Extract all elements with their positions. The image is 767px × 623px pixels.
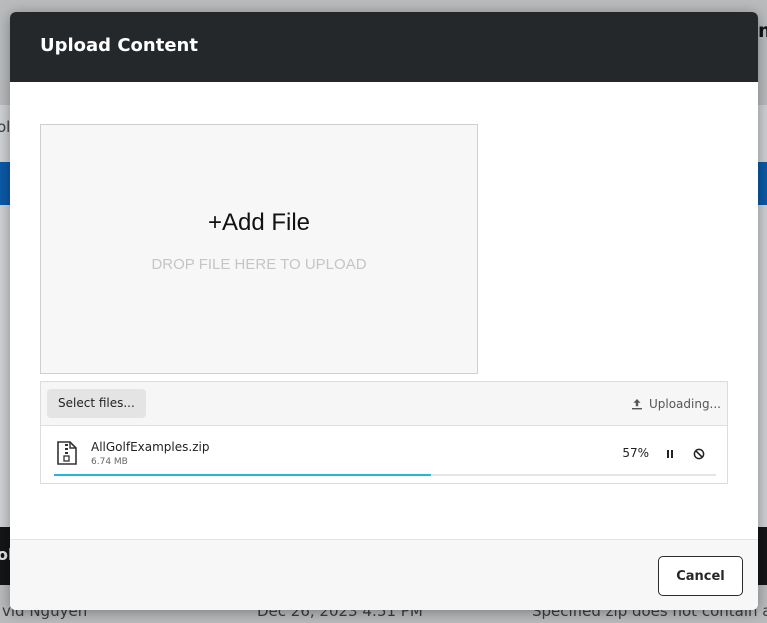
upload-percent: 57% [622,446,649,460]
file-dropzone[interactable]: +Add File DROP FILE HERE TO UPLOAD [40,124,478,374]
file-row: AllGolfExamples.zip 6.74 MB 57% [41,426,727,483]
drop-hint: DROP FILE HERE TO UPLOAD [151,256,367,273]
upload-status-text: Uploading... [648,397,721,411]
cancel-upload-icon[interactable] [692,446,706,460]
progress-fill [54,474,432,476]
modal-header: Upload Content [10,12,758,82]
background-label-fragment: ol [0,118,11,136]
select-files-button[interactable]: Select files... [47,389,146,418]
file-size: 6.74 MB [91,457,128,467]
zip-file-icon [56,441,78,469]
progress-track [54,474,716,476]
modal-footer: Cancel [10,539,758,610]
upload-panel: Select files... Uploading... AllGolfExam… [40,381,728,484]
add-file-label[interactable]: +Add File [41,209,477,237]
upload-toolbar: Select files... Uploading... [41,382,727,426]
pause-icon[interactable] [663,446,677,460]
upload-content-modal: Upload Content +Add File DROP FILE HERE … [10,12,758,610]
cancel-button[interactable]: Cancel [658,556,743,596]
modal-title: Upload Content [40,35,198,56]
upload-status: Uploading... [631,382,721,426]
upload-icon [631,398,643,410]
file-name: AllGolfExamples.zip [91,440,210,454]
background-title-fragment: m [758,20,767,42]
